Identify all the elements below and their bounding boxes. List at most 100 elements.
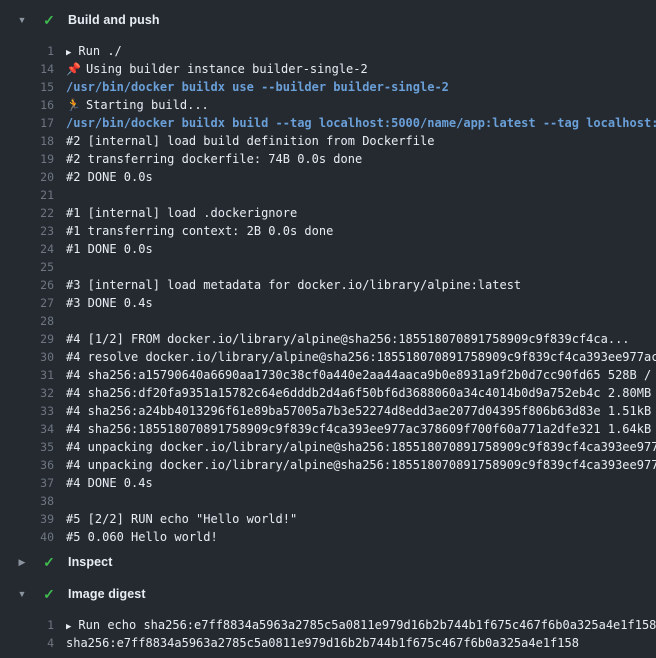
line-number[interactable]: 20 bbox=[0, 168, 54, 186]
line-number[interactable]: 38 bbox=[0, 492, 54, 510]
log-text: #4 DONE 0.4s bbox=[66, 474, 656, 492]
log-line: 29 #4 [1/2] FROM docker.io/library/alpine… bbox=[0, 330, 656, 348]
chevron-down-icon[interactable]: ▼ bbox=[16, 16, 28, 25]
log-text: #3 DONE 0.4s bbox=[66, 294, 656, 312]
log-text bbox=[66, 258, 656, 276]
line-number[interactable]: 14 bbox=[0, 60, 54, 78]
log-text: #4 sha256:df20fa9351a15782c64e6dddb2d4a6… bbox=[66, 384, 656, 402]
line-number[interactable]: 24 bbox=[0, 240, 54, 258]
line-number[interactable]: 21 bbox=[0, 186, 54, 204]
log-text: 📌Using builder instance builder-single-2 bbox=[66, 60, 656, 78]
log-line: 22#1 [internal] load .dockerignore bbox=[0, 204, 656, 222]
log-line: 39 #5 [2/2] RUN echo "Hello world!" bbox=[0, 510, 656, 528]
log-text: /usr/bin/docker buildx use --builder bui… bbox=[66, 78, 656, 96]
log-line: 4sha256:e7ff8834a5963a2785c5a0811e979d16… bbox=[0, 634, 656, 652]
log-text: #2 transferring dockerfile: 74B 0.0s don… bbox=[66, 150, 656, 168]
log-line: 37 #4 DONE 0.4s bbox=[0, 474, 656, 492]
section-title: Image digest bbox=[68, 587, 146, 601]
line-number[interactable]: 32 bbox=[0, 384, 54, 402]
log-text: 🏃Starting build... bbox=[66, 96, 656, 114]
log-text: /usr/bin/docker buildx build --tag local… bbox=[66, 114, 656, 132]
log-line: 30 #4 resolve docker.io/library/alpine@sh… bbox=[0, 348, 656, 366]
log-text: #4 sha256:185518070891758909c9f839cf4ca3… bbox=[66, 420, 656, 438]
log-text: #4 sha256:a15790640a6690aa1730c38cf0a440… bbox=[66, 366, 656, 384]
log-text: #5 [2/2] RUN echo "Hello world!" bbox=[66, 510, 656, 528]
check-success-icon: ✓ bbox=[42, 13, 56, 27]
line-number[interactable]: 28 bbox=[0, 312, 54, 330]
section-header-image-digest[interactable]: ▼ ✓ Image digest bbox=[0, 582, 656, 606]
line-number[interactable]: 25 bbox=[0, 258, 54, 276]
log-line: 24 #1 DONE 0.0s bbox=[0, 240, 656, 258]
line-number[interactable]: 29 bbox=[0, 330, 54, 348]
log-line: 14 📌Using builder instance builder-single… bbox=[0, 60, 656, 78]
log-line: 40 #5 0.060 Hello world! bbox=[0, 528, 656, 546]
log-text: ▶Run echo sha256:e7ff8834a5963a2785c5a08… bbox=[66, 616, 656, 634]
log-line: 21 bbox=[0, 186, 656, 204]
line-number[interactable]: 36 bbox=[0, 456, 54, 474]
log-text: #4 resolve docker.io/library/alpine@sha2… bbox=[66, 348, 656, 366]
log-text bbox=[66, 312, 656, 330]
log-section-inspect: ▶ ✓ Inspect bbox=[0, 550, 656, 574]
log-line: 18 #2 [internal] load build definition fr… bbox=[0, 132, 656, 150]
log-lines: 1 ▶Run echo sha256:e7ff8834a5963a2785c5a0… bbox=[0, 616, 656, 652]
line-number[interactable]: 18 bbox=[0, 132, 54, 150]
log-text: #2 DONE 0.0s bbox=[66, 168, 656, 186]
section-header-inspect[interactable]: ▶ ✓ Inspect bbox=[0, 550, 656, 574]
line-number[interactable]: 17 bbox=[0, 114, 54, 132]
check-success-icon: ✓ bbox=[42, 587, 56, 601]
log-line: 34 #4 sha256:185518070891758909c9f839cf4c… bbox=[0, 420, 656, 438]
log-line: 28 bbox=[0, 312, 656, 330]
line-number[interactable]: 23 bbox=[0, 222, 54, 240]
line-number[interactable]: 40 bbox=[0, 528, 54, 546]
expand-log-group-icon[interactable]: ▶ bbox=[66, 44, 71, 60]
line-number[interactable]: 26 bbox=[0, 276, 54, 294]
log-text bbox=[66, 492, 656, 510]
log-text: #4 unpacking docker.io/library/alpine@sh… bbox=[66, 456, 656, 474]
expand-log-group-icon[interactable]: ▶ bbox=[66, 618, 71, 634]
log-line: 33#4 sha256:a24bb4013296f61e89ba57005a7b… bbox=[0, 402, 656, 420]
log-line: 27 #3 DONE 0.4s bbox=[0, 294, 656, 312]
log-line: 16 🏃Starting build... bbox=[0, 96, 656, 114]
line-number[interactable]: 37 bbox=[0, 474, 54, 492]
runner-icon: 🏃 bbox=[66, 96, 81, 114]
log-line: 1 ▶Run echo sha256:e7ff8834a5963a2785c5a0… bbox=[0, 616, 656, 634]
line-number[interactable]: 34 bbox=[0, 420, 54, 438]
log-text: ▶Run ./ bbox=[66, 42, 656, 60]
log-text: #2 [internal] load build definition from… bbox=[66, 132, 656, 150]
log-text: #5 0.060 Hello world! bbox=[66, 528, 656, 546]
chevron-right-icon[interactable]: ▶ bbox=[16, 558, 28, 567]
log-text: #4 unpacking docker.io/library/alpine@sh… bbox=[66, 438, 656, 456]
line-number[interactable]: 31 bbox=[0, 366, 54, 384]
workflow-log-viewer: ▼ ✓ Build and push 1▶Run ./14📌Using buil… bbox=[0, 0, 656, 658]
section-title: Inspect bbox=[68, 555, 112, 569]
log-text: #3 [internal] load metadata for docker.i… bbox=[66, 276, 656, 294]
log-section-image-digest: ▼ ✓ Image digest 1 ▶Run echo sha256:e7ff8… bbox=[0, 582, 656, 652]
log-line: 23 #1 transferring context: 2B 0.0s done bbox=[0, 222, 656, 240]
line-number[interactable]: 39 bbox=[0, 510, 54, 528]
line-number[interactable]: 35 bbox=[0, 438, 54, 456]
section-header-build-and-push[interactable]: ▼ ✓ Build and push bbox=[0, 8, 656, 32]
pushpin-icon: 📌 bbox=[66, 60, 81, 78]
log-line: 15/usr/bin/docker buildx use --builder b… bbox=[0, 78, 656, 96]
line-number[interactable]: 22 bbox=[0, 204, 54, 222]
log-line: 36 #4 unpacking docker.io/library/alpine@… bbox=[0, 456, 656, 474]
line-number[interactable]: 1 bbox=[0, 42, 54, 60]
log-section-build-and-push: ▼ ✓ Build and push 1 ▶Run ./ 14 📌Using buil… bbox=[0, 8, 656, 546]
log-line: 26 #3 [internal] load metadata for docker… bbox=[0, 276, 656, 294]
log-line: 19 #2 transferring dockerfile: 74B 0.0s d… bbox=[0, 150, 656, 168]
log-text: #4 [1/2] FROM docker.io/library/alpine@s… bbox=[66, 330, 656, 348]
log-text: #1 DONE 0.0s bbox=[66, 240, 656, 258]
line-number[interactable]: 30 bbox=[0, 348, 54, 366]
log-line: 38 bbox=[0, 492, 656, 510]
line-number[interactable]: 19 bbox=[0, 150, 54, 168]
log-line: 25 bbox=[0, 258, 656, 276]
line-number[interactable]: 1 bbox=[0, 616, 54, 634]
log-text: #1 transferring context: 2B 0.0s done bbox=[66, 222, 656, 240]
line-number[interactable]: 33 bbox=[0, 402, 54, 420]
line-number[interactable]: 4 bbox=[0, 634, 54, 652]
line-number[interactable]: 27 bbox=[0, 294, 54, 312]
log-line: 17/usr/bin/docker buildx build --tag loc… bbox=[0, 114, 656, 132]
line-number[interactable]: 15 bbox=[0, 78, 54, 96]
chevron-down-icon[interactable]: ▼ bbox=[16, 590, 28, 599]
line-number[interactable]: 16 bbox=[0, 96, 54, 114]
